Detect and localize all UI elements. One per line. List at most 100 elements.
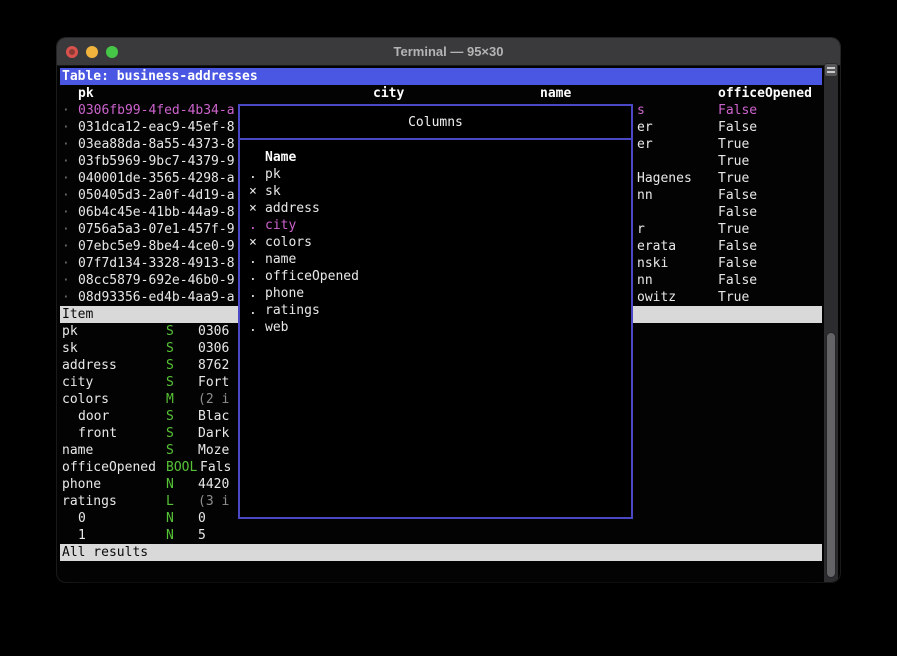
status-bar: All results	[60, 544, 822, 561]
modal-item-ratings[interactable]: .ratings	[240, 302, 631, 319]
close-button[interactable]	[66, 46, 78, 58]
row-marker: ·	[62, 170, 70, 187]
row-marker: ·	[62, 119, 70, 136]
cell-name: owitz	[637, 289, 676, 306]
cell-pk: 06b4c45e-41bb-44a9-8	[78, 204, 235, 221]
cell-officeOpened: False	[718, 187, 757, 204]
attr-name: sk	[62, 340, 78, 357]
cell-pk: 040001de-3565-4298-a	[78, 170, 235, 187]
cell-name: nn	[637, 187, 653, 204]
cell-pk: 0756a5a3-07e1-457f-9	[78, 221, 235, 238]
attr-value: 8762	[198, 357, 229, 374]
attr-type: S	[166, 340, 174, 357]
cell-pk: 03fb5969-9bc7-4379-9	[78, 153, 235, 170]
row-marker: ·	[62, 238, 70, 255]
attr-name: address	[62, 357, 117, 374]
modal-list-header: Name	[240, 149, 631, 166]
attr-value: 5	[198, 527, 206, 544]
attr-name: door	[78, 408, 109, 425]
row-marker: ·	[62, 221, 70, 238]
attr-value: 0306	[198, 340, 229, 357]
modal-item-label: name	[265, 252, 296, 267]
modal-item-label: address	[265, 201, 320, 216]
dot-marker-icon: .	[249, 302, 265, 319]
modal-item-label: web	[265, 320, 288, 335]
cell-name: s	[637, 102, 645, 119]
column-header-city: city	[373, 85, 404, 102]
zoom-button[interactable]	[106, 46, 118, 58]
attr-type: S	[166, 408, 174, 425]
modal-item-label: colors	[265, 235, 312, 250]
attr-value: 0306	[198, 323, 229, 340]
modal-item-label: ratings	[265, 303, 320, 318]
titlebar[interactable]: Terminal — 95×30	[57, 38, 840, 66]
dot-marker-icon: .	[249, 285, 265, 302]
cell-pk: 07f7d134-3328-4913-8	[78, 255, 235, 272]
desktop: { "window": { "title": "Terminal — 95×30…	[0, 0, 897, 656]
modal-item-sk[interactable]: ×sk	[240, 183, 631, 200]
modal-item-address[interactable]: ×address	[240, 200, 631, 217]
terminal-window: Terminal — 95×30 Table: business-address…	[57, 38, 840, 582]
attr-type: S	[166, 323, 174, 340]
attr-type: N	[166, 510, 174, 527]
modal-item-phone[interactable]: .phone	[240, 285, 631, 302]
cell-pk: 08cc5879-692e-46b0-9	[78, 272, 235, 289]
modal-item-label: sk	[265, 184, 281, 199]
cell-name: nski	[637, 255, 668, 272]
modal-item-officeOpened[interactable]: .officeOpened	[240, 268, 631, 285]
attr-name: pk	[62, 323, 78, 340]
modal-item-web[interactable]: .web	[240, 319, 631, 336]
modal-item-pk[interactable]: .pk	[240, 166, 631, 183]
modal-item-label: phone	[265, 286, 304, 301]
row-marker: ·	[62, 272, 70, 289]
x-marker-icon: ×	[249, 234, 265, 251]
cell-pk: 03ea88da-8a55-4373-8	[78, 136, 235, 153]
cell-officeOpened: True	[718, 136, 749, 153]
attr-type: S	[166, 357, 174, 374]
attr-type: S	[166, 425, 174, 442]
column-header-name: name	[540, 85, 571, 102]
attr-value: (2 i	[198, 391, 229, 408]
row-marker: ·	[62, 289, 70, 306]
dot-marker-icon: .	[249, 166, 265, 183]
attr-value: 0	[198, 510, 206, 527]
attr-name: phone	[62, 476, 101, 493]
item-row: 1 N 5	[60, 527, 822, 544]
row-marker: ·	[62, 153, 70, 170]
cell-name: er	[637, 119, 653, 136]
dot-marker-icon: .	[249, 251, 265, 268]
cell-officeOpened: False	[718, 102, 757, 119]
cell-name: er	[637, 136, 653, 153]
cell-officeOpened: True	[718, 170, 749, 187]
attr-type: BOOL	[166, 459, 197, 476]
scrollbar-menu-icon[interactable]	[824, 63, 838, 77]
attr-value: 4420	[198, 476, 229, 493]
modal-title: Columns	[240, 106, 631, 140]
table-header-row: pk city name officeOpened	[60, 85, 822, 102]
cell-officeOpened: True	[718, 221, 749, 238]
scrollbar-thumb[interactable]	[826, 332, 836, 578]
modal-item-label: pk	[265, 167, 281, 182]
cell-pk: 031dca12-eac9-45ef-8	[78, 119, 235, 136]
minimize-button[interactable]	[86, 46, 98, 58]
cell-officeOpened: False	[718, 238, 757, 255]
attr-type: S	[166, 442, 174, 459]
table-title-bar: Table: business-addresses	[60, 68, 822, 85]
attr-name: 1	[78, 527, 86, 544]
modal-item-label: officeOpened	[265, 269, 359, 284]
modal-item-name[interactable]: .name	[240, 251, 631, 268]
attr-value: Fals	[200, 459, 231, 476]
terminal-content: Table: business-addresses pk city name o…	[60, 66, 822, 582]
column-header-officeOpened: officeOpened	[718, 85, 812, 102]
scrollbar-track[interactable]	[824, 66, 838, 582]
modal-item-label: city	[265, 218, 296, 233]
attr-value: Blac	[198, 408, 229, 425]
cell-officeOpened: True	[718, 153, 749, 170]
attr-value: Moze	[198, 442, 229, 459]
attr-value: (3 i	[198, 493, 229, 510]
modal-item-colors[interactable]: ×colors	[240, 234, 631, 251]
cell-officeOpened: False	[718, 119, 757, 136]
modal-item-city[interactable]: .city	[240, 217, 631, 234]
row-marker: ·	[62, 204, 70, 221]
cell-name: nn	[637, 272, 653, 289]
